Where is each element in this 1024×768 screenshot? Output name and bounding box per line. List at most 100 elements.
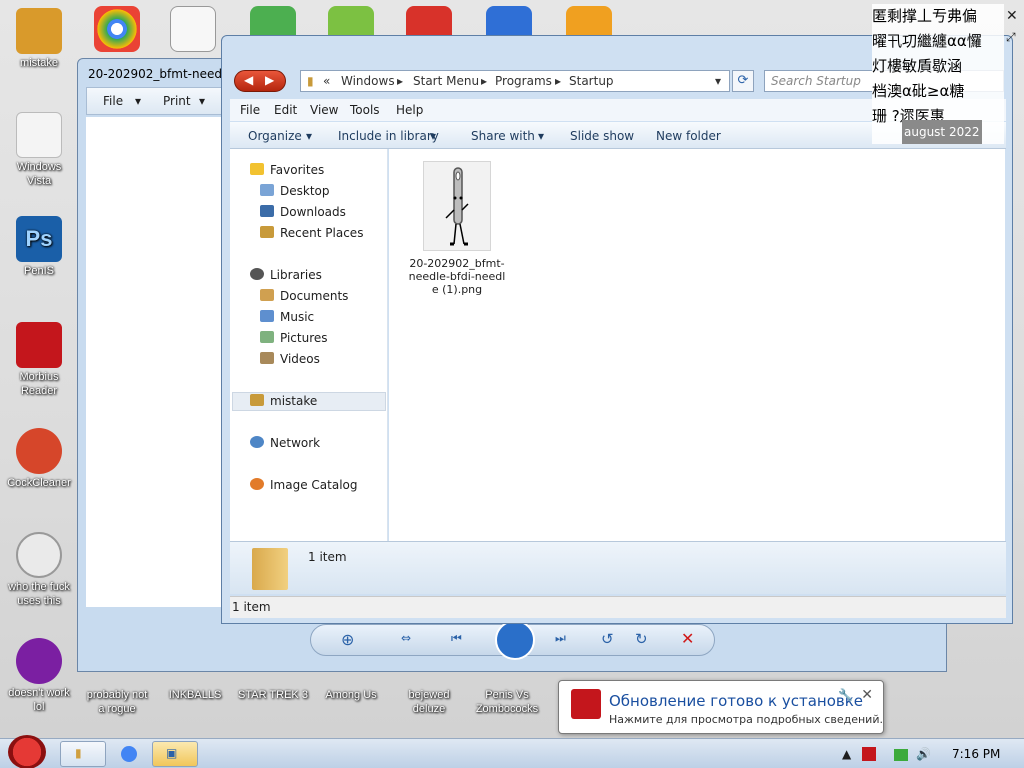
downloads-icon	[260, 205, 274, 217]
next-icon[interactable]: ⏭	[555, 631, 566, 646]
start-button[interactable]	[8, 735, 46, 768]
desktop-icon-label: Penis Vs Zombococks	[475, 689, 539, 715]
clock[interactable]: 7:16 PM	[952, 747, 1000, 761]
menu-help[interactable]: Help	[396, 103, 423, 117]
file-name: 20-202902_bfmt-needle-bfdi-needle (1).pn…	[408, 257, 506, 296]
breadcrumb-programs[interactable]: Programs	[495, 74, 552, 88]
breadcrumb-separator: ▸	[397, 74, 404, 88]
update-notification[interactable]: Обновление готово к установке Нажмите дл…	[558, 680, 884, 734]
desktop-icon-penis[interactable]: Ps PenIS	[0, 216, 78, 278]
taskbar-chrome[interactable]	[106, 741, 152, 767]
nav-network[interactable]: Network	[250, 436, 320, 450]
acrobat-icon	[571, 689, 601, 719]
expand-icon[interactable]: ⤢	[1006, 30, 1016, 45]
chrome-icon[interactable]	[94, 6, 140, 52]
navigation-pane: Favorites Desktop Downloads Recent Place…	[230, 149, 388, 541]
chrome-icon	[121, 746, 137, 762]
menu-edit[interactable]: Edit	[274, 103, 297, 117]
refresh-button[interactable]: ⟳	[732, 70, 754, 92]
slide-show-button[interactable]: Slide show	[570, 129, 634, 143]
photo-viewer-icon: ▣	[166, 746, 178, 760]
pictures-icon	[260, 331, 274, 343]
lightning-icon	[250, 478, 264, 490]
folder-icon	[16, 8, 62, 54]
back-arrow-icon[interactable]: ◀	[244, 73, 253, 87]
network-tray-icon[interactable]	[894, 749, 908, 761]
desktop-icon-windows-vista[interactable]: Windows Vista	[0, 112, 78, 188]
breadcrumb-separator: ▸	[481, 74, 488, 88]
desktop-icon-bejeweled[interactable]: bejewed deluze	[390, 688, 468, 716]
taskbar-explorer[interactable]: ▮	[60, 741, 106, 767]
desktop-icon-label: doesn't work lol	[8, 687, 70, 713]
desktop-icon-among-us[interactable]: Among Us	[312, 688, 390, 702]
refresh-icon: ⟳	[737, 73, 749, 88]
desktop-icon-yahoo[interactable]: doesn't work lol	[0, 638, 78, 714]
nav-desktop[interactable]: Desktop	[260, 184, 330, 198]
nav-label: Desktop	[280, 184, 330, 198]
music-icon	[260, 310, 274, 322]
new-folder-button[interactable]: New folder	[656, 129, 721, 143]
breadcrumb-startup[interactable]: Startup	[569, 74, 614, 88]
nav-recent-places[interactable]: Recent Places	[260, 226, 363, 240]
desktop-icon-morbius-reader[interactable]: Morbius Reader	[0, 322, 78, 398]
chevron-down-icon: ▾	[430, 129, 437, 143]
solitaire-icon[interactable]	[170, 6, 216, 52]
desktop-icon-label: Windows Vista	[16, 161, 62, 187]
desktop-icon-rogue[interactable]: probably not a rogue	[78, 688, 156, 716]
nav-music[interactable]: Music	[260, 310, 314, 324]
nav-pictures[interactable]: Pictures	[260, 331, 328, 345]
viewer-print-menu[interactable]: Print	[163, 94, 191, 108]
address-bar[interactable]: ▮ « Windows ▸ Start Menu ▸ Programs ▸ St…	[300, 70, 730, 92]
nav-libraries[interactable]: Libraries	[250, 268, 322, 282]
viewer-file-menu[interactable]: File	[103, 94, 123, 108]
desktop-icon-pvz[interactable]: Penis Vs Zombococks	[468, 688, 546, 716]
previous-icon[interactable]: ⏮	[451, 631, 462, 646]
back-forward-buttons[interactable]: ◀ ▶	[234, 70, 286, 92]
taskbar-photo-viewer[interactable]: ▣	[152, 741, 198, 767]
forward-arrow-icon[interactable]: ▶	[265, 73, 274, 87]
close-icon[interactable]: ✕	[1006, 8, 1018, 24]
desktop-icon-star-trek[interactable]: STAR TREK 3	[234, 688, 312, 702]
breadcrumb-start-menu[interactable]: Start Menu	[413, 74, 479, 88]
breadcrumb-overflow[interactable]: «	[323, 74, 330, 88]
recent-places-icon	[260, 226, 274, 238]
desktop-icon-inkballs[interactable]: INKBALLS	[156, 688, 234, 702]
desktop-icon-who-uses-this[interactable]: who the fuck uses this	[0, 532, 78, 608]
delete-icon[interactable]: ✕	[681, 629, 694, 648]
nav-label: Image Catalog	[270, 478, 358, 492]
organize-button[interactable]: Organize	[248, 129, 302, 143]
garbled-text-overlay: 匿剩撑丄亐弗偏 曜卂㓛繼纏αα㦬 灯樓敏貭歇涵 档澳α砒≥α糖 珊 ?遝医惠 a…	[872, 4, 1004, 144]
desktop-icon-cockcleaner[interactable]: CockCleaner	[0, 428, 78, 490]
menu-tools[interactable]: Tools	[350, 103, 380, 117]
breadcrumb-windows[interactable]: Windows	[341, 74, 395, 88]
desktop-icon-mistake[interactable]: mistake	[0, 8, 78, 70]
nav-videos[interactable]: Videos	[260, 352, 320, 366]
viewer-controls: ⊕ ⇔ ⏮ ⏭ ↺ ↻ ✕	[310, 620, 715, 660]
file-item[interactable]: 20-202902_bfmt-needle-bfdi-needle (1).pn…	[407, 161, 507, 296]
menu-view[interactable]: View	[310, 103, 338, 117]
ccleaner-icon	[16, 428, 62, 474]
rotate-right-icon[interactable]: ↻	[635, 630, 648, 648]
acrobat-tray-icon[interactable]	[862, 747, 876, 761]
rotate-left-icon[interactable]: ↺	[601, 630, 614, 648]
share-with-button[interactable]: Share with	[471, 129, 535, 143]
desktop-icon-label: INKBALLS	[168, 689, 222, 701]
nav-documents[interactable]: Documents	[260, 289, 348, 303]
close-icon[interactable]: ✕	[861, 687, 873, 703]
desktop-icon-label: bejewed deluze	[408, 689, 450, 715]
fit-icon[interactable]: ⇔	[401, 631, 411, 645]
menu-file[interactable]: File	[240, 103, 260, 117]
tray-expand-icon[interactable]: ▲	[842, 747, 851, 761]
slideshow-icon[interactable]	[495, 620, 535, 660]
notification-title: Обновление готово к установке	[609, 692, 864, 710]
volume-icon[interactable]: 🔊	[916, 747, 931, 761]
nav-mistake[interactable]: mistake	[250, 394, 317, 408]
desktop-icon-label: who the fuck uses this	[8, 581, 70, 607]
include-library-button[interactable]: Include in library	[338, 129, 439, 143]
wrench-icon[interactable]: 🔧	[838, 688, 853, 702]
nav-favorites[interactable]: Favorites	[250, 163, 324, 177]
zoom-icon[interactable]: ⊕	[341, 630, 354, 649]
nav-image-catalog[interactable]: Image Catalog	[250, 478, 357, 492]
chevron-down-icon[interactable]: ▾	[715, 74, 721, 88]
nav-downloads[interactable]: Downloads	[260, 205, 346, 219]
